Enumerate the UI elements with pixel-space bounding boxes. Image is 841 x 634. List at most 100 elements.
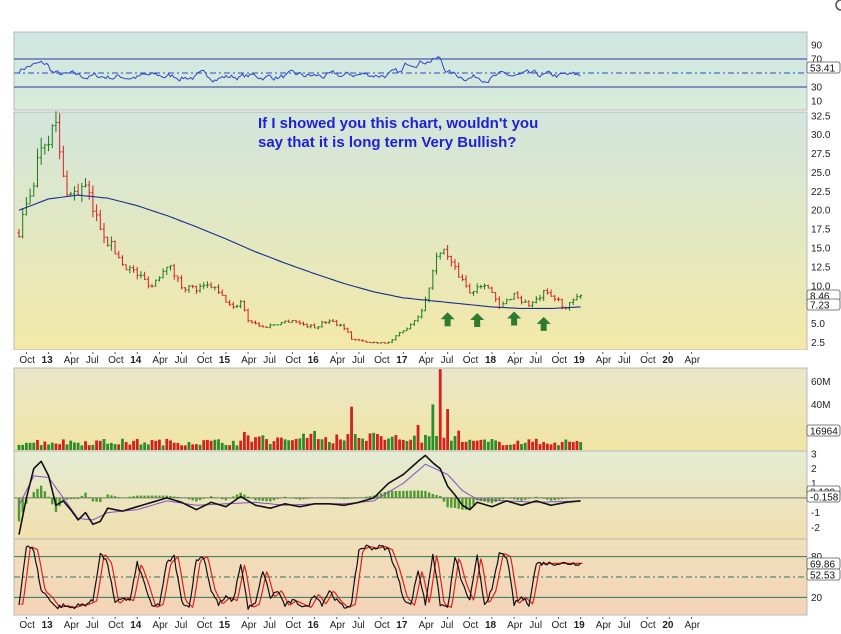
- macd-histogram-bar: [524, 497, 527, 500]
- volume-bar: [416, 424, 420, 450]
- volume-bar: [383, 439, 387, 450]
- y-tick-label: 2: [811, 464, 817, 475]
- macd-histogram-bar: [169, 496, 172, 498]
- last-value-tag: 7.23: [806, 298, 841, 312]
- macd-histogram-bar: [221, 497, 224, 500]
- volume-bar: [361, 438, 365, 450]
- macd-histogram-bar: [283, 496, 287, 498]
- volume-bar: [509, 444, 512, 450]
- price-x-axis-labels: Oct 13 Apr Jul Oct 14 Apr Jul Oct 15 Apr Jul Oct 16 Ap…: [19, 352, 701, 366]
- x-tick-label: Jul: [86, 620, 99, 631]
- last-value-tag-text: 52.53: [810, 571, 835, 582]
- volume-bar: [254, 437, 257, 450]
- x-tick-label: Apr: [507, 355, 523, 366]
- macd-histogram-bar: [435, 495, 438, 498]
- volume-bar: [117, 444, 121, 450]
- macd-histogram-bar: [472, 497, 475, 505]
- macd-histogram-bar: [150, 495, 154, 498]
- volume-bar: [176, 442, 180, 450]
- volume-bar: [305, 438, 309, 450]
- volume-y-axis: 60M 40M: [811, 377, 830, 411]
- volume-bar: [187, 442, 191, 450]
- macd-histogram-bar: [117, 497, 120, 498]
- macd-histogram-bar: [147, 495, 150, 498]
- rsi-panel-background: [13, 31, 808, 111]
- volume-bar: [202, 440, 206, 450]
- macd-histogram-bar: [557, 497, 560, 500]
- volume-bar: [36, 439, 39, 450]
- macd-histogram-bar: [198, 497, 202, 501]
- macd-histogram-bar: [501, 497, 505, 500]
- volume-bar: [387, 438, 390, 450]
- volume-bar: [523, 442, 527, 450]
- last-value-tag: -0.158: [806, 490, 841, 504]
- macd-histogram-bar: [427, 492, 431, 498]
- volume-bar: [165, 438, 169, 450]
- macd-histogram-bar: [424, 490, 427, 498]
- volume-bar: [368, 433, 372, 450]
- x-tick-label: 19: [574, 355, 586, 366]
- volume-bar: [549, 444, 553, 450]
- volume-bar: [231, 440, 235, 450]
- volume-bar: [146, 444, 150, 450]
- last-value-tag-text: 53.41: [810, 64, 835, 75]
- volume-bar: [180, 445, 183, 450]
- x-tick-label: Jul: [352, 355, 365, 366]
- volume-bar: [313, 430, 316, 450]
- volume-panel: 60M 40M: [13, 367, 830, 452]
- volume-bar: [560, 441, 564, 450]
- x-tick-label: Oct: [19, 620, 35, 631]
- volume-bar: [390, 436, 394, 450]
- volume-bar: [194, 444, 198, 450]
- macd-histogram-bar: [110, 495, 113, 498]
- volume-bar: [17, 444, 21, 450]
- macd-histogram-bar: [254, 497, 257, 501]
- macd-histogram-bar: [553, 497, 556, 501]
- x-tick-label: Oct: [374, 620, 390, 631]
- macd-histogram-bar: [69, 497, 72, 500]
- x-tick-label: 19: [574, 620, 586, 631]
- macd-histogram-bar: [346, 497, 350, 499]
- volume-bar: [220, 442, 224, 450]
- macd-histogram-bar: [439, 495, 442, 498]
- volume-bar: [379, 436, 383, 450]
- bottom-x-axis: Oct 13 Apr Jul Oct 14 Apr Jul Oct 15 Apr Jul Oct 16 Ap…: [19, 617, 701, 631]
- volume-bar: [534, 438, 538, 450]
- volume-bar: [257, 436, 261, 450]
- x-tick-label: Jul: [529, 620, 542, 631]
- macd-histogram-bar: [564, 497, 568, 499]
- macd-histogram-bar: [450, 497, 453, 508]
- macd-histogram-bar: [535, 496, 538, 498]
- volume-bar: [91, 444, 95, 450]
- volume-bar: [154, 440, 158, 450]
- x-tick-label: Jul: [441, 620, 454, 631]
- x-tick-label: 20: [662, 620, 674, 631]
- macd-histogram-bar: [43, 491, 47, 498]
- macd-histogram-bar: [405, 490, 409, 498]
- macd-histogram-bar: [398, 490, 401, 498]
- volume-bar: [135, 439, 139, 450]
- y-tick-label: 30: [811, 83, 823, 94]
- x-tick-label: Apr: [507, 620, 523, 631]
- volume-bar: [409, 439, 413, 450]
- volume-bar: [516, 440, 520, 450]
- macd-histogram-bar: [176, 496, 180, 498]
- x-tick-label: Oct: [551, 620, 567, 631]
- x-tick-label: 17: [396, 620, 408, 631]
- macd-histogram-bar: [51, 497, 54, 505]
- volume-bar: [553, 442, 557, 450]
- x-tick-label: 16: [308, 620, 320, 631]
- volume-bar: [486, 441, 490, 450]
- volume-bar: [461, 441, 464, 450]
- volume-bar: [265, 439, 268, 450]
- volume-bar: [121, 438, 124, 450]
- volume-bar: [350, 406, 353, 450]
- volume-bar: [206, 439, 209, 450]
- macd-histogram-bar: [113, 496, 117, 498]
- macd-histogram-bar: [235, 494, 239, 498]
- volume-bar: [150, 440, 154, 450]
- volume-bar: [320, 439, 324, 450]
- volume-bar: [571, 442, 575, 450]
- macd-histogram-bar: [549, 497, 553, 501]
- volume-bar: [228, 445, 232, 450]
